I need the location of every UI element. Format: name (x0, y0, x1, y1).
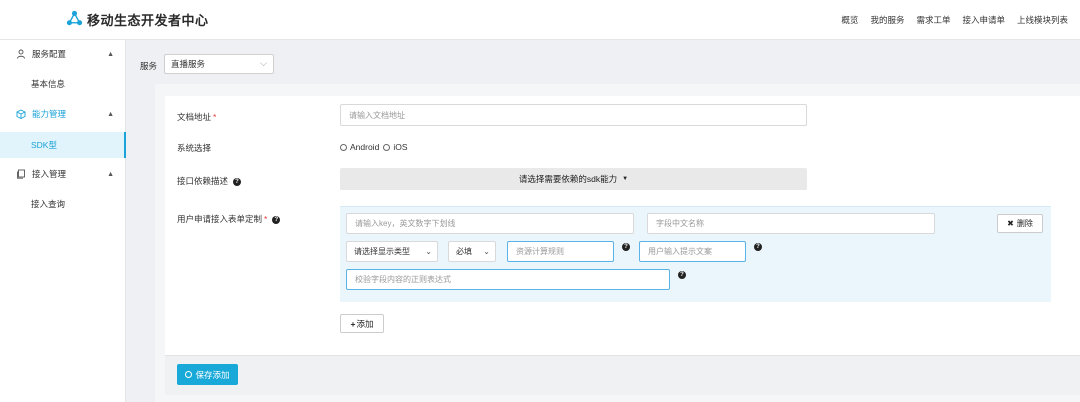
sidebar-group-label: 服务配置 (32, 49, 67, 59)
calc-rule-input[interactable]: 资源计算规则 (507, 241, 614, 262)
caret-up-icon: ▲ (107, 110, 114, 118)
required-mark: * (213, 112, 217, 122)
nav-online-modules[interactable]: 上线模块列表 (1017, 14, 1068, 26)
nav-overview[interactable]: 概览 (841, 14, 858, 26)
sidebar-group-label: 能力管理 (32, 109, 67, 119)
help-icon[interactable]: ? (272, 215, 281, 224)
delete-field-button[interactable]: ✖ 删除 (997, 214, 1043, 233)
sidebar-group-label: 接入管理 (32, 169, 67, 179)
caret-up-icon: ▲ (107, 50, 114, 58)
custom-form-label: 用户申请接入表单定制 *? (177, 213, 281, 225)
display-type-select[interactable]: 请选择显示类型 ⌄ (346, 241, 438, 262)
logo[interactable]: 移动生态开发者中心 (66, 10, 209, 29)
chevron-down-icon: ⌵ (260, 58, 267, 68)
sidebar-group-service-config[interactable]: 服务配置 ▲ (0, 40, 126, 68)
caret-down-icon: ▼ (622, 176, 629, 182)
nav-access-applications[interactable]: 接入申请单 (962, 14, 1005, 26)
footer-bar (165, 355, 1080, 395)
sidebar-group-capability[interactable]: 能力管理 ▲ (0, 100, 126, 128)
hint-text-input[interactable]: 用户输入提示文案 (639, 241, 746, 262)
add-button-label: 添加 (356, 318, 374, 329)
field-cn-name-input[interactable]: 字段中文名称 (647, 213, 935, 234)
regex-input[interactable]: 校验字段内容的正则表达式 (346, 269, 670, 290)
doc-address-label: 文档地址 * (177, 112, 217, 122)
close-icon: ✖ (1007, 219, 1014, 228)
radio-android-label: Android (350, 142, 380, 152)
help-icon[interactable]: ? (233, 177, 242, 186)
required-select-value: 必填 (456, 247, 472, 256)
top-bar: 移动生态开发者中心 概览 我的服务 需求工单 接入申请单 上线模块列表 (0, 0, 1080, 40)
radio-android[interactable] (340, 143, 347, 151)
chevron-down-icon: ⌄ (425, 247, 432, 256)
help-icon[interactable]: ? (678, 271, 686, 279)
logo-icon (66, 10, 83, 29)
field-key-input[interactable]: 请输入key，英文数字下划线 (346, 213, 634, 234)
required-mark: * (264, 214, 268, 224)
help-icon[interactable]: ? (622, 243, 630, 251)
nav-my-services[interactable]: 我的服务 (870, 14, 904, 26)
plus-icon: + (350, 318, 356, 329)
sidebar-group-access[interactable]: 接入管理 ▲ (0, 160, 126, 188)
dependency-dropdown-button[interactable]: 请选择需要依赖的sdk能力 ▼ (340, 168, 807, 190)
required-select[interactable]: 必填 ⌄ (448, 241, 496, 262)
system-select-label: 系统选择 (177, 143, 212, 153)
nav-tickets[interactable]: 需求工单 (916, 14, 950, 26)
circle-check-icon (185, 371, 193, 378)
save-button-label: 保存添加 (195, 369, 230, 380)
caret-up-icon: ▲ (107, 170, 114, 178)
service-selected-value: 直播服务 (171, 59, 206, 69)
service-select[interactable]: 直播服务 ⌵ (164, 54, 274, 74)
sidebar-item-sdk-type[interactable]: SDK型 (0, 132, 126, 158)
add-field-button[interactable]: + 添加 (340, 314, 384, 333)
dependency-dropdown-label: 请选择需要依赖的sdk能力 (518, 174, 618, 184)
document-icon (16, 169, 26, 179)
cube-icon (16, 109, 26, 119)
doc-address-input[interactable]: 请输入文档地址 (340, 104, 807, 126)
help-icon[interactable]: ? (754, 243, 762, 251)
chevron-down-icon: ⌄ (483, 247, 490, 256)
display-type-value: 请选择显示类型 (354, 247, 410, 256)
sidebar: 服务配置 ▲ 基本信息 能力管理 ▲ SDK型 接入管理 ▲ 接入查询 (0, 40, 126, 402)
sidebar-item-basic-info[interactable]: 基本信息 (0, 71, 126, 97)
top-nav: 概览 我的服务 需求工单 接入申请单 上线模块列表 (829, 14, 1068, 26)
dependency-label: 接口依赖描述? (177, 175, 242, 187)
save-button[interactable]: 保存添加 (177, 364, 238, 385)
radio-ios-label: iOS (393, 142, 408, 152)
app-title: 移动生态开发者中心 (87, 13, 209, 28)
radio-ios[interactable] (383, 143, 391, 151)
user-icon (16, 49, 26, 59)
system-radio-group: Android iOS (340, 142, 407, 152)
sidebar-item-access-query[interactable]: 接入查询 (0, 191, 126, 217)
delete-button-label: 删除 (1016, 219, 1033, 228)
service-label: 服务 (140, 61, 158, 71)
